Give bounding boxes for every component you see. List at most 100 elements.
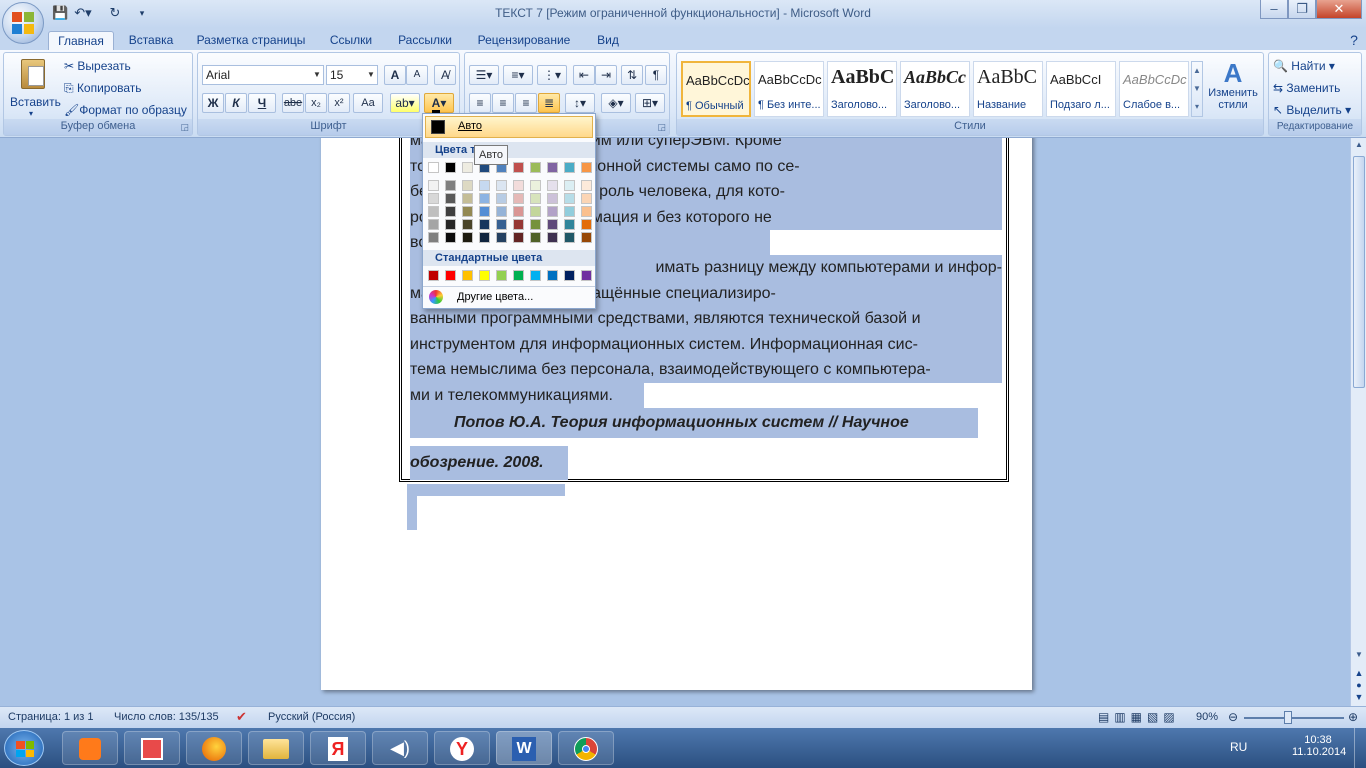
color-swatch[interactable] <box>462 219 473 230</box>
undo-icon[interactable]: ↶▾ <box>72 4 94 22</box>
color-swatch[interactable] <box>479 193 490 204</box>
color-swatch[interactable] <box>445 162 456 173</box>
color-swatch[interactable] <box>445 193 456 204</box>
color-swatch[interactable] <box>513 219 524 230</box>
color-swatch[interactable] <box>581 219 592 230</box>
replace-button[interactable]: ⇆ Заменить <box>1273 78 1340 98</box>
color-swatch[interactable] <box>496 193 507 204</box>
paint-app-icon[interactable] <box>124 731 180 765</box>
color-swatch[interactable] <box>496 270 507 281</box>
color-swatch[interactable] <box>564 232 575 243</box>
office-button[interactable] <box>2 2 44 44</box>
color-swatch[interactable] <box>547 193 558 204</box>
tab-view[interactable]: Вид <box>588 31 628 50</box>
color-swatch[interactable] <box>428 270 439 281</box>
more-colors-option[interactable]: Другие цвета... <box>425 288 593 308</box>
customize-qat-icon[interactable]: ▾ <box>136 4 148 22</box>
bullets-icon[interactable]: ☰▾ <box>469 65 499 85</box>
page-count[interactable]: Страница: 1 из 1 <box>8 711 94 723</box>
color-swatch[interactable] <box>428 162 439 173</box>
multilevel-list-icon[interactable]: ⋮▾ <box>537 65 567 85</box>
color-swatch[interactable] <box>496 180 507 191</box>
show-desktop-button[interactable] <box>1354 728 1366 768</box>
color-swatch[interactable] <box>581 206 592 217</box>
cut-button[interactable]: ✂ Вырезать <box>64 56 131 76</box>
redo-icon[interactable]: ↻ <box>104 4 126 22</box>
auto-color-option[interactable]: Авто <box>425 116 593 138</box>
zoom-slider-thumb[interactable] <box>1284 711 1292 724</box>
color-swatch[interactable] <box>564 193 575 204</box>
style-item[interactable]: AaBbCcDc ¶ Обычный <box>681 61 751 117</box>
select-button[interactable]: ↖ Выделить ▾ <box>1273 100 1351 120</box>
align-left-icon[interactable]: ≡ <box>469 93 491 113</box>
firefox-icon[interactable] <box>186 731 242 765</box>
color-swatch[interactable] <box>462 232 473 243</box>
strikethrough-button[interactable]: abe <box>282 93 304 113</box>
color-swatch[interactable] <box>530 193 541 204</box>
sort-icon[interactable]: ⇅ <box>621 65 643 85</box>
highlight-icon[interactable]: ab▾ <box>390 93 420 113</box>
superscript-button[interactable]: x² <box>328 93 350 113</box>
maximize-button[interactable]: ❐ <box>1288 0 1316 19</box>
subscript-button[interactable]: x₂ <box>305 93 327 113</box>
tab-review[interactable]: Рецензирование <box>468 31 580 50</box>
vertical-scrollbar[interactable]: ▲ ▼ ▲ ● ▼ <box>1350 138 1366 706</box>
copy-button[interactable]: ⎘ Копировать <box>64 78 142 98</box>
color-swatch[interactable] <box>564 270 575 281</box>
color-swatch[interactable] <box>462 193 473 204</box>
color-swatch[interactable] <box>513 180 524 191</box>
citation-line-1[interactable]: Попов Ю.А. Теория информационных систем … <box>410 408 978 438</box>
style-item[interactable]: AaBbC Заголово... <box>827 61 897 117</box>
start-button[interactable] <box>4 730 44 766</box>
language-indicator[interactable]: Русский (Россия) <box>268 711 355 723</box>
chrome-icon[interactable] <box>558 731 614 765</box>
align-right-icon[interactable]: ≡ <box>515 93 537 113</box>
scroll-up-icon[interactable]: ▲ <box>1353 140 1365 154</box>
color-swatch[interactable] <box>445 270 456 281</box>
scroll-thumb[interactable] <box>1353 156 1365 388</box>
clock[interactable]: 10:38 11.10.2014 <box>1292 734 1346 758</box>
increase-indent-icon[interactable]: ⇥ <box>595 65 617 85</box>
next-page-icon[interactable]: ▼ <box>1353 692 1365 704</box>
word-icon[interactable]: W <box>496 731 552 765</box>
browse-object-icon[interactable]: ● <box>1353 680 1365 692</box>
color-swatch[interactable] <box>428 193 439 204</box>
bold-button[interactable]: Ж <box>202 93 224 113</box>
color-swatch[interactable] <box>547 162 558 173</box>
zoom-out-icon[interactable]: ⊖ <box>1228 710 1238 724</box>
color-swatch[interactable] <box>513 232 524 243</box>
tab-mailings[interactable]: Рассылки <box>390 31 460 50</box>
style-item[interactable]: AaBbCcDc ¶ Без инте... <box>754 61 824 117</box>
color-swatch[interactable] <box>530 180 541 191</box>
font-name-combo[interactable]: Arial ▼ <box>202 65 324 85</box>
color-swatch[interactable] <box>530 219 541 230</box>
color-swatch[interactable] <box>581 270 592 281</box>
color-swatch[interactable] <box>479 232 490 243</box>
color-swatch[interactable] <box>530 270 541 281</box>
pilcrow-icon[interactable]: ¶ <box>645 65 667 85</box>
color-swatch[interactable] <box>428 232 439 243</box>
grow-font-button[interactable]: A <box>384 65 406 85</box>
italic-button[interactable]: К <box>225 93 247 113</box>
styles-scroll[interactable]: ▲ ▼ ▾ <box>1191 61 1203 117</box>
color-swatch[interactable] <box>513 162 524 173</box>
color-swatch[interactable] <box>445 206 456 217</box>
decrease-indent-icon[interactable]: ⇤ <box>573 65 595 85</box>
tab-insert[interactable]: Вставка <box>120 31 182 50</box>
color-swatch[interactable] <box>445 180 456 191</box>
color-swatch[interactable] <box>462 270 473 281</box>
shading-icon[interactable]: ◈▾ <box>601 93 631 113</box>
color-swatch[interactable] <box>479 219 490 230</box>
color-swatch[interactable] <box>547 270 558 281</box>
color-swatch[interactable] <box>581 193 592 204</box>
tab-page-layout[interactable]: Разметка страницы <box>190 31 312 50</box>
tab-references[interactable]: Ссылки <box>320 31 382 50</box>
color-swatch[interactable] <box>581 180 592 191</box>
style-item[interactable]: AaBbCcI Подзаго л... <box>1046 61 1116 117</box>
shrink-font-button[interactable]: A <box>406 65 428 85</box>
color-swatch[interactable] <box>496 219 507 230</box>
color-swatch[interactable] <box>513 193 524 204</box>
change-styles-button[interactable]: A Изменить стили <box>1205 59 1261 119</box>
dialog-launcher-icon[interactable]: ◲ <box>180 122 189 133</box>
underline-button[interactable]: Ч <box>248 93 276 113</box>
